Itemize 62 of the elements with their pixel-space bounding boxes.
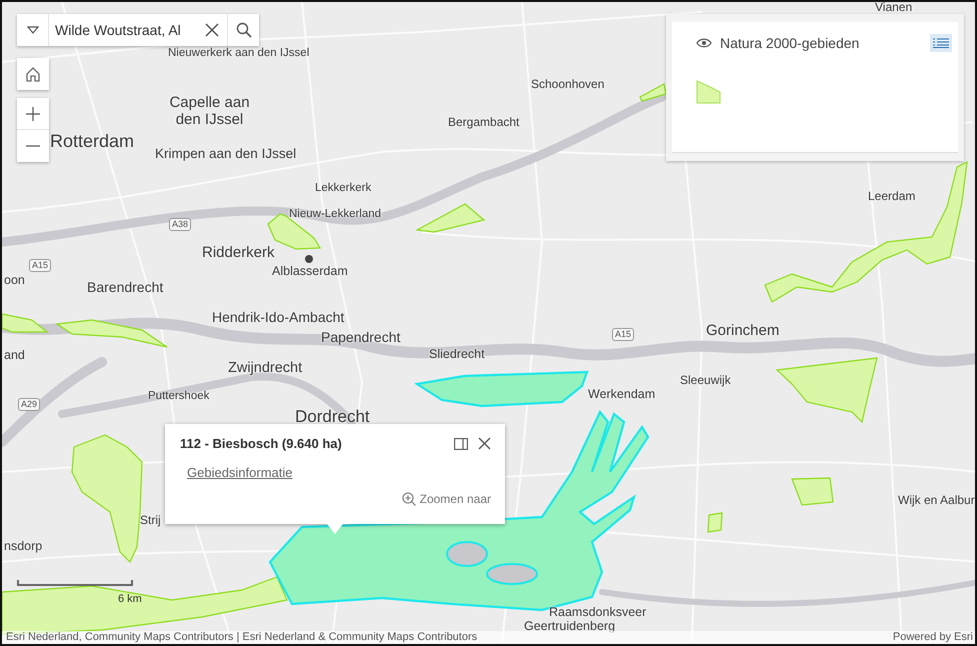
place-label: Zwijndrecht — [228, 361, 302, 377]
place-label: Vianen — [875, 2, 912, 14]
road-shield: A29 — [18, 398, 40, 411]
search-field[interactable]: Wilde Woutstraat, Al — [49, 14, 197, 46]
place-label: Sleeuwijk — [680, 374, 731, 388]
place-label: nsdorp — [4, 540, 42, 554]
area-info-link[interactable]: Gebiedsinformatie — [187, 465, 292, 480]
place-label: Wijk en Aalbur — [898, 494, 975, 508]
road-shield: A15 — [29, 259, 52, 272]
place-label: Capelle aan den IJssel — [168, 95, 251, 128]
place-label: Nieuwerkerk aan den IJssel — [168, 47, 310, 60]
place-label: Hendrik-Ido-Ambacht — [212, 310, 344, 326]
dock-icon — [454, 438, 468, 450]
popup-title: 112 - Biesbosch (9.640 ha) — [180, 436, 343, 451]
place-label: Gorinchem — [706, 323, 780, 340]
place-label: Schoonhoven — [531, 78, 604, 92]
search-icon — [236, 22, 252, 38]
home-button[interactable] — [17, 58, 49, 90]
minus-icon — [26, 145, 40, 147]
place-label: Nieuw-Lekkerland — [289, 208, 382, 221]
place-label: Strij — [140, 514, 161, 528]
road-shield: A15 — [612, 328, 634, 341]
place-label: Werkendam — [588, 388, 656, 402]
dock-button[interactable] — [454, 438, 468, 450]
close-icon — [478, 437, 491, 450]
place-label: Geertruidenberg — [524, 620, 616, 634]
layer-title: Natura 2000-gebieden — [720, 35, 860, 51]
place-label: Krimpen aan den IJssel — [155, 147, 296, 162]
road-shield: A38 — [169, 218, 192, 231]
list-icon — [933, 38, 949, 48]
scale-label: 6 km — [118, 593, 142, 605]
place-label: Rotterdam — [50, 132, 134, 152]
place-label: Ridderkerk — [202, 245, 275, 262]
place-label: Puttershoek — [148, 390, 210, 403]
place-label: Dordrecht — [295, 408, 370, 427]
location-dot — [305, 255, 313, 263]
place-label: Bergambacht — [448, 116, 520, 130]
place-label: Leerdam — [868, 190, 916, 204]
place-label: oon — [4, 274, 25, 288]
place-label: Barendrecht — [87, 280, 164, 296]
powered-by-link[interactable]: Powered by Esri — [892, 632, 973, 643]
plus-icon — [26, 106, 40, 120]
zoom-to-button[interactable]: Zoomen naar — [402, 492, 491, 506]
attribution-text: Esri Nederland, Community Maps Contributors | Esri Nederland & Community Maps Contributors — [6, 632, 478, 643]
zoom-in-button[interactable] — [17, 98, 49, 130]
caret-icon — [26, 26, 38, 34]
area-symbol-icon — [696, 80, 721, 104]
close-button[interactable] — [478, 437, 491, 450]
place-label: Lekkerkerk — [315, 182, 372, 195]
place-label: Raamsdonksveer — [549, 606, 646, 620]
place-label: Sliedrecht — [429, 348, 485, 362]
legend-list-button[interactable] — [930, 34, 952, 52]
clear-button[interactable] — [197, 14, 227, 46]
search-button[interactable] — [227, 14, 259, 46]
place-label: Papendrecht — [321, 330, 400, 346]
close-icon — [205, 23, 219, 37]
home-icon — [26, 66, 40, 82]
search-source-dropdown[interactable] — [17, 14, 49, 46]
place-label: Alblasserdam — [272, 265, 348, 279]
place-label: and — [4, 349, 25, 363]
zoom-in-icon — [402, 492, 416, 506]
eye-icon[interactable] — [696, 38, 712, 48]
